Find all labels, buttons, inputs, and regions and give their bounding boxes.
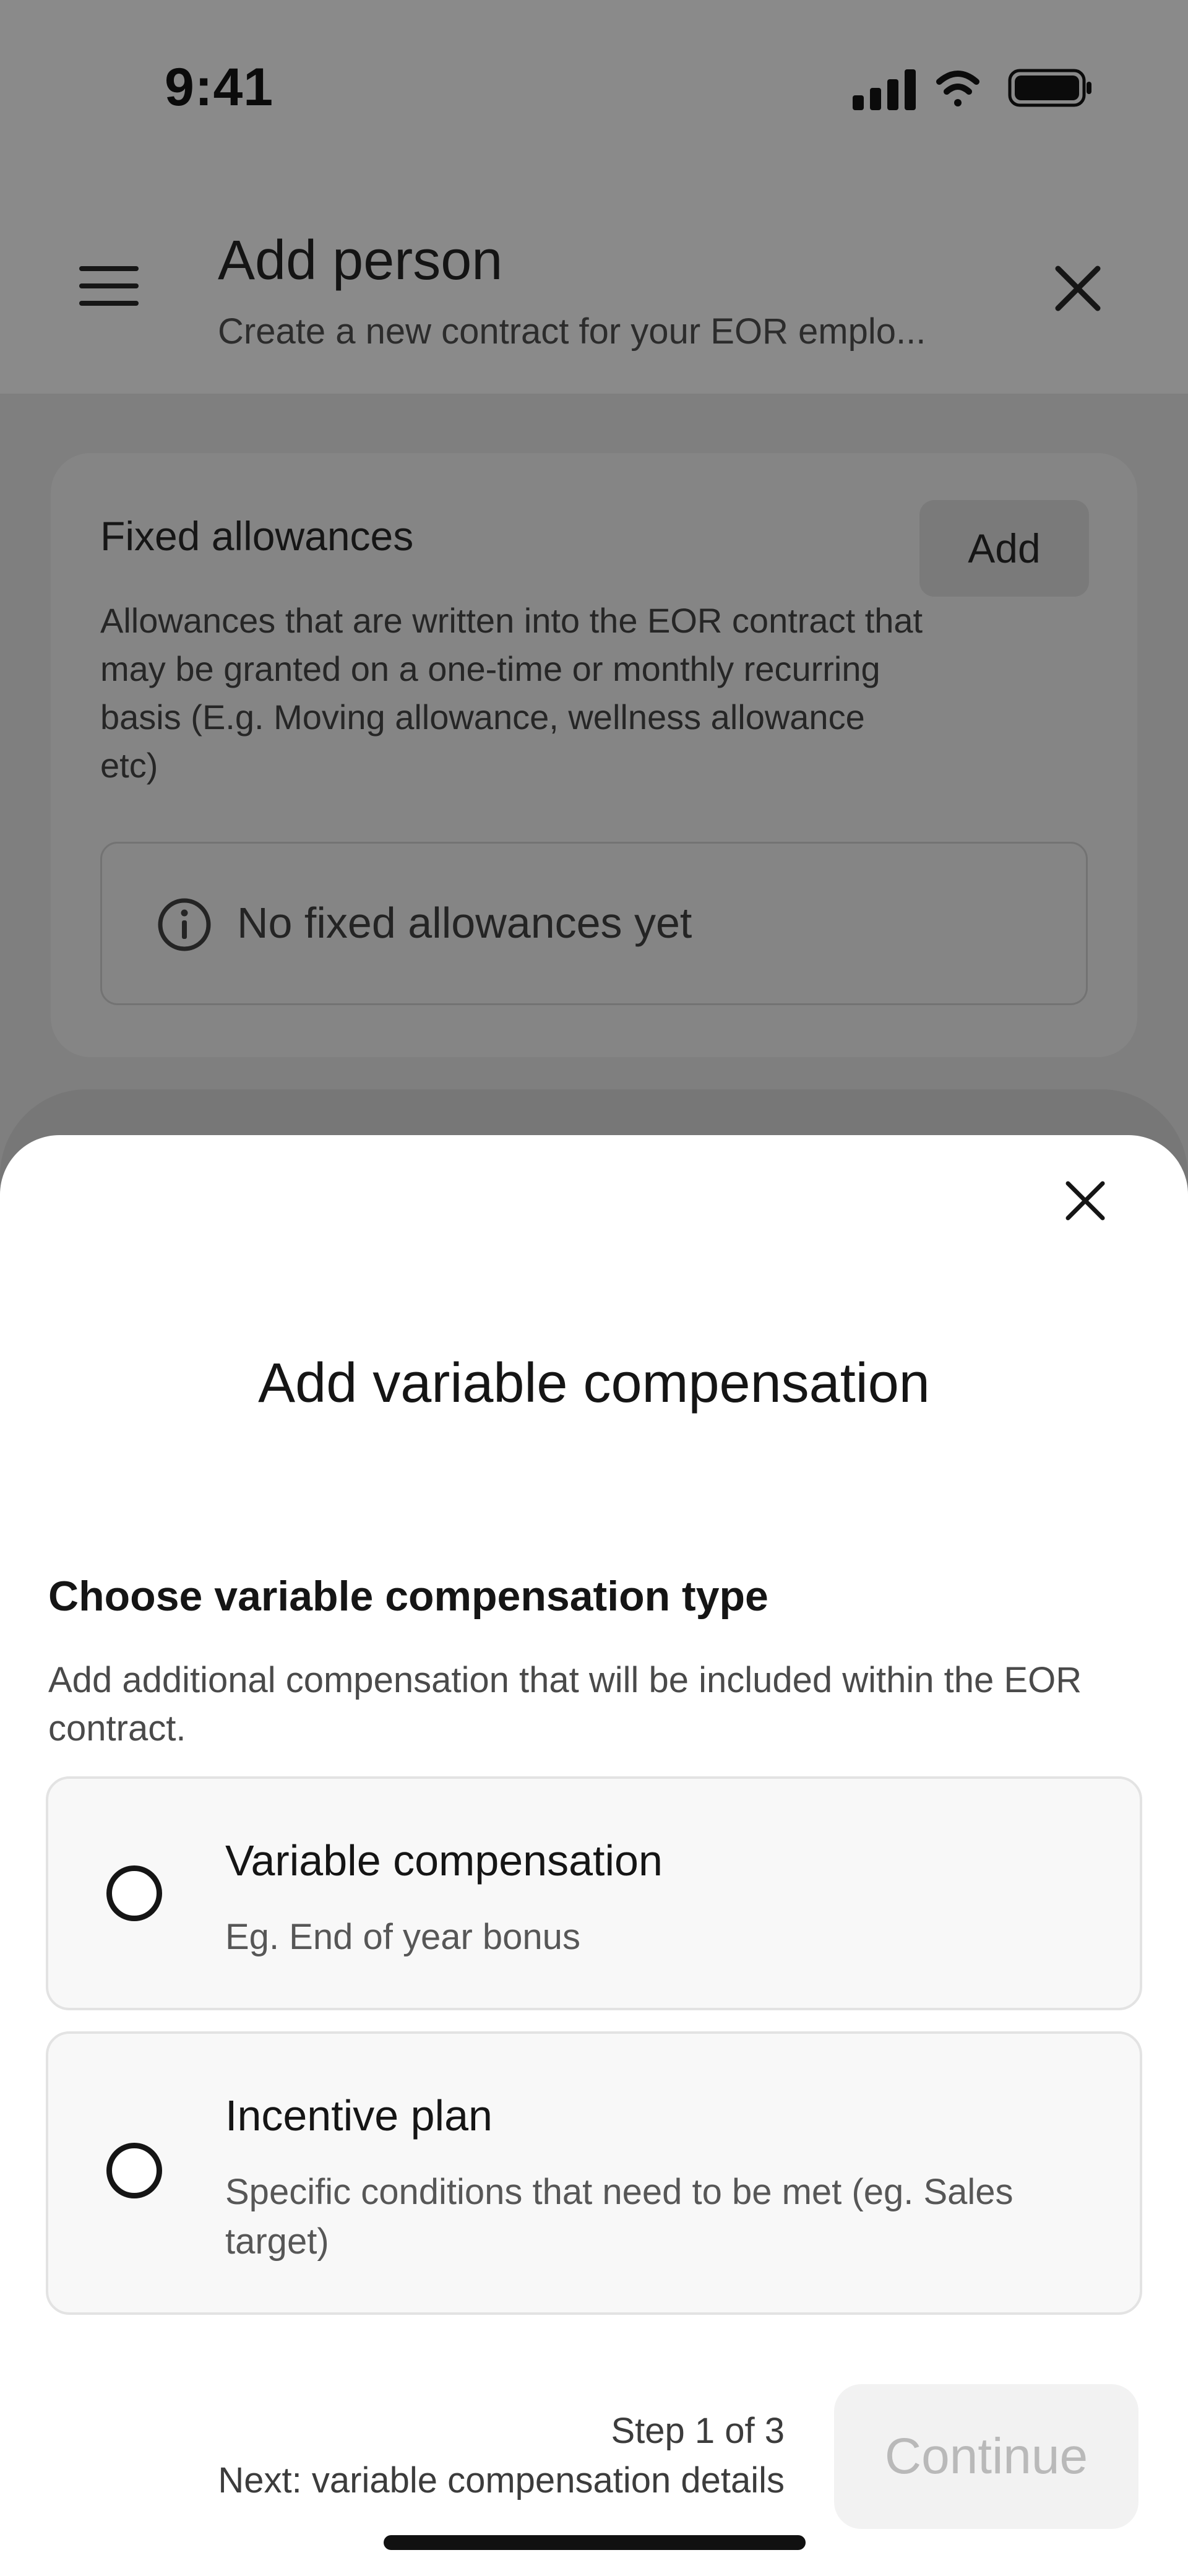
page-subtitle: Create a new contract for your EOR emplo… bbox=[218, 311, 926, 352]
radio-button[interactable] bbox=[106, 1865, 162, 1921]
radio-button[interactable] bbox=[106, 2143, 162, 2198]
section-heading: Choose variable compensation type bbox=[48, 1573, 768, 1620]
next-step-label: Next: variable compensation details bbox=[218, 2460, 785, 2500]
status-bar: 9:41 bbox=[0, 0, 1188, 173]
empty-state: No fixed allowances yet bbox=[100, 842, 1088, 1005]
hamburger-icon[interactable] bbox=[79, 266, 139, 306]
close-icon[interactable] bbox=[1052, 262, 1104, 314]
add-allowance-button[interactable]: Add bbox=[919, 500, 1089, 597]
status-icons bbox=[853, 69, 1091, 110]
status-time: 9:41 bbox=[165, 58, 274, 117]
sheet-close-icon[interactable] bbox=[1063, 1178, 1108, 1223]
option-subtitle: Specific conditions that need to be met … bbox=[225, 2172, 1014, 2262]
option-title: Variable compensation bbox=[225, 1836, 663, 1885]
option-title: Incentive plan bbox=[225, 2091, 493, 2140]
variable-compensation-sheet: Add variable compensation Choose variabl… bbox=[0, 1135, 1188, 2576]
fixed-allowances-title: Fixed allowances bbox=[100, 513, 414, 559]
empty-state-text: No fixed allowances yet bbox=[237, 899, 692, 947]
info-icon bbox=[158, 898, 211, 951]
battery-icon bbox=[1008, 69, 1091, 107]
step-count: Step 1 of 3 bbox=[611, 2411, 785, 2451]
section-description: Add additional compensation that will be… bbox=[48, 1660, 1082, 1748]
app-header bbox=[0, 173, 1188, 394]
page-title: Add person bbox=[218, 230, 503, 292]
step-indicator: Step 1 of 3 Next: variable compensation … bbox=[218, 2406, 785, 2505]
option-variable-compensation[interactable]: Variable compensation Eg. End of year bo… bbox=[46, 1776, 1142, 2010]
option-incentive-plan[interactable]: Incentive plan Specific conditions that … bbox=[46, 2031, 1142, 2315]
wifi-icon bbox=[936, 71, 979, 106]
sheet-title: Add variable compensation bbox=[258, 1352, 930, 1414]
cellular-signal-icon bbox=[853, 69, 916, 110]
home-indicator bbox=[384, 2535, 806, 2550]
option-subtitle: Eg. End of year bonus bbox=[225, 1917, 580, 1957]
continue-button[interactable]: Continue bbox=[834, 2384, 1138, 2529]
fixed-allowances-description: Allowances that are written into the EOR… bbox=[100, 601, 923, 785]
fixed-allowances-card: Fixed allowances Add Allowances that are… bbox=[51, 453, 1137, 1057]
